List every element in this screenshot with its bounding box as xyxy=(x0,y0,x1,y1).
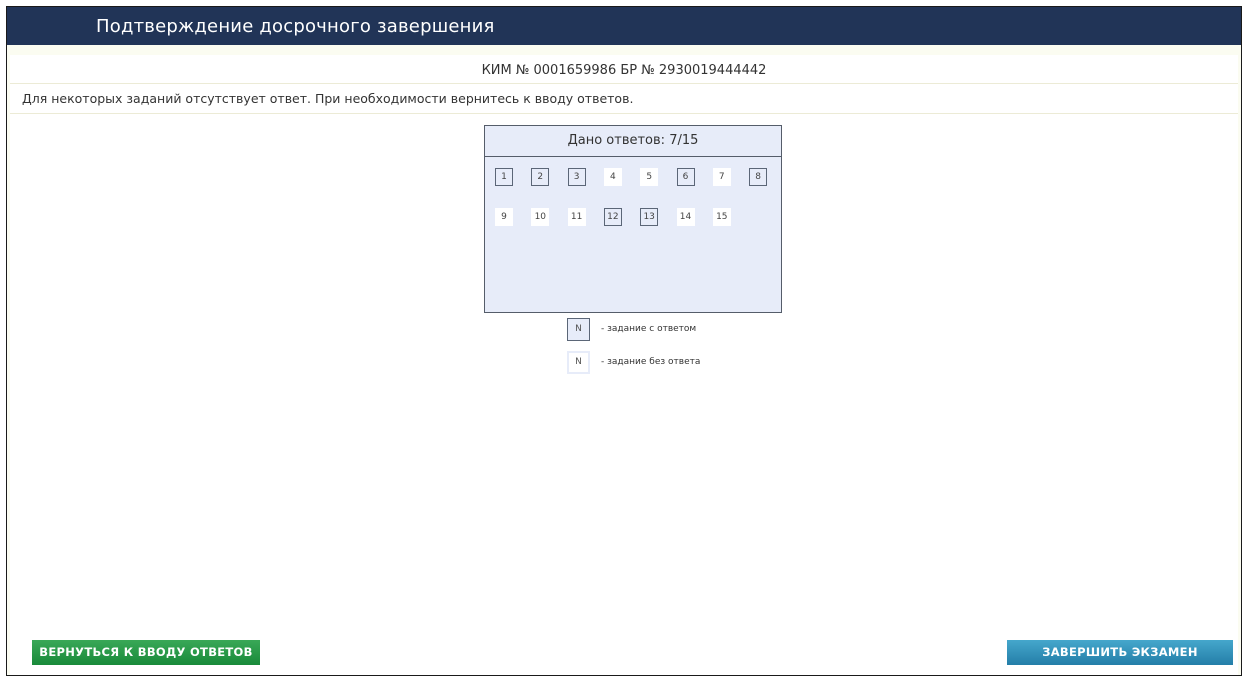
task-12-cell[interactable]: 12 xyxy=(603,208,622,226)
dialog-title: Подтверждение досрочного завершения xyxy=(96,16,495,37)
task-4-cell[interactable]: 4 xyxy=(603,168,622,186)
finish-exam-button[interactable]: ЗАВЕРШИТЬ ЭКЗАМЕН xyxy=(1007,640,1233,665)
task-3-cell[interactable]: 3 xyxy=(567,168,586,186)
task-13-cell[interactable]: 13 xyxy=(640,208,659,226)
task-11-cell[interactable]: 11 xyxy=(567,208,586,226)
divider xyxy=(10,83,1238,84)
task-9-cell[interactable]: 9 xyxy=(495,208,513,226)
task-14-cell[interactable]: 14 xyxy=(676,208,695,226)
kim-info: КИМ № 0001659986 БР № 2930019444442 xyxy=(481,63,767,78)
task-10-cell[interactable]: 10 xyxy=(531,208,550,226)
legend-answered-label: - задание с ответом xyxy=(601,324,697,334)
task-5-cell[interactable]: 5 xyxy=(640,168,659,186)
divider xyxy=(10,113,1238,114)
legend-unanswered-swatch: N xyxy=(567,351,590,374)
return-to-answers-button[interactable]: ВЕРНУТЬСЯ К ВВОДУ ОТВЕТОВ xyxy=(32,640,260,665)
task-15-cell[interactable]: 15 xyxy=(712,208,731,226)
task-8-cell[interactable]: 8 xyxy=(749,168,768,186)
dialog-window: Подтверждение досрочного завершения КИМ … xyxy=(6,6,1242,676)
task-1-cell[interactable]: 1 xyxy=(495,168,513,186)
answers-panel: Дано ответов: 7/15 1 2 3 4 5 6 7 8 9 10 11 12 13 14 15 xyxy=(484,125,782,313)
legend-answered-swatch: N xyxy=(567,318,590,341)
answers-count-title: Дано ответов: 7/15 xyxy=(485,126,781,157)
task-7-cell[interactable]: 7 xyxy=(712,168,731,186)
task-2-cell[interactable]: 2 xyxy=(531,168,550,186)
missing-answers-notice: Для некоторых заданий отсутствует ответ.… xyxy=(22,91,634,106)
title-bar: Подтверждение досрочного завершения xyxy=(7,7,1241,45)
task-6-cell[interactable]: 6 xyxy=(676,168,695,186)
dialog-content: КИМ № 0001659986 БР № 2930019444442 Для … xyxy=(10,55,1238,675)
legend-unanswered-label: - задание без ответа xyxy=(601,357,701,367)
